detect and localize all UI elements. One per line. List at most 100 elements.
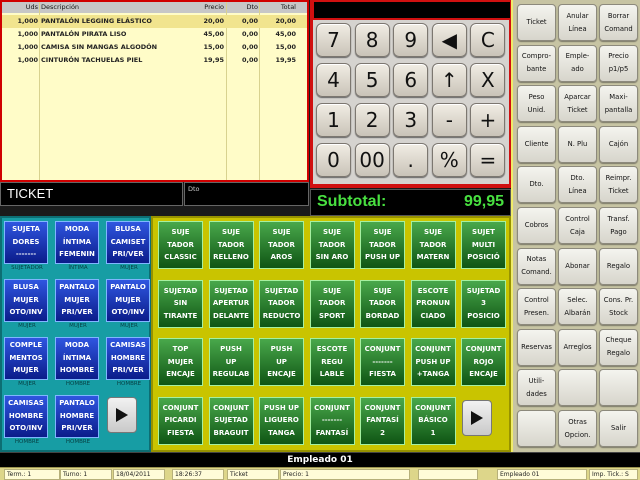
product-button[interactable]: CONJUNT ------- FANTASÍ	[309, 396, 355, 445]
product-button[interactable]: SUJE TADOR AROS	[259, 221, 304, 269]
product-button[interactable]: CONJUNT SUJETAD BRAGUIT	[208, 396, 254, 445]
equals-key[interactable]: =	[470, 143, 506, 177]
family-button[interactable]: BLUSA CAMISET PRI/VER	[106, 221, 150, 264]
ticket-row[interactable]: 1,000 PANTALÓN PIRATA LISO 45,00 0,00 45…	[2, 28, 307, 41]
families-next-button[interactable]	[107, 397, 137, 433]
plus-key[interactable]: +	[470, 103, 506, 137]
function-button-borrar-comand[interactable]: Borrar Comand	[599, 4, 638, 41]
product-button[interactable]: CONJUNT ROJO ENCAJE	[461, 338, 506, 386]
function-button-reimpr-ticket[interactable]: Reimpr. Ticket	[599, 166, 638, 204]
family-button[interactable]: CAMISAS HOMBRE PRI/VER	[106, 337, 150, 380]
function-button-otras-opcion[interactable]: Otras Opcion.	[558, 410, 597, 447]
family-button[interactable]: MODA ÍNTIMA FEMENIN	[55, 221, 99, 264]
function-button-precio-p1-p5[interactable]: Precio p1/p5	[599, 44, 638, 82]
function-button-compro-bante[interactable]: Compro- bante	[517, 44, 556, 82]
family-button[interactable]: PANTALO HOMBRE PRI/VER	[55, 395, 99, 438]
function-button-emple-ado[interactable]: Emple- ado	[558, 44, 597, 82]
ticket-row[interactable]: 1,000 PANTALÓN LEGGING ELÁSTICO 20,00 0,…	[2, 15, 307, 28]
family-button[interactable]: SUJETA DORES -------	[4, 221, 48, 264]
ticket-row[interactable]: 1,000 CAMISA SIN MANGAS ALGODÓN 15,00 0,…	[2, 41, 307, 54]
product-button[interactable]: SUJE TADOR CLASSIC	[158, 221, 203, 269]
function-button-notas-comand[interactable]: Notas Comand.	[517, 247, 556, 285]
key-0[interactable]: 0	[316, 143, 351, 177]
col-precio: Precio	[204, 3, 224, 11]
family-button[interactable]: COMPLE MENTOS MUJER	[4, 337, 48, 380]
function-button-transf-pago[interactable]: Transf. Pago	[599, 207, 638, 244]
family-button[interactable]: MODA ÍNTIMA HOMBRE	[55, 337, 99, 380]
up-key[interactable]: ↑	[431, 63, 467, 97]
product-button[interactable]: SUJE TADOR BORDAD	[360, 279, 405, 328]
product-button[interactable]: TOP MUJER ENCAJE	[158, 338, 203, 386]
function-button-dto[interactable]: Dto.	[517, 166, 556, 204]
family-button[interactable]: BLUSA MUJER OTO/INV	[4, 279, 48, 322]
function-button-utili-dades[interactable]: Utili- dades	[517, 369, 556, 407]
function-button-blank-28[interactable]	[558, 369, 597, 407]
family-button[interactable]: PANTALO MUJER OTO/INV	[106, 279, 150, 322]
function-button-anular-línea[interactable]: Anular Línea	[558, 4, 597, 41]
function-button-cobros[interactable]: Cobros	[517, 207, 556, 244]
percent-key[interactable]: %	[431, 143, 467, 177]
function-button-cajón[interactable]: Cajón	[599, 125, 638, 163]
product-button[interactable]: SUJE TADOR MATERN	[410, 221, 456, 269]
function-button-blank-30[interactable]	[517, 410, 556, 447]
products-next-button[interactable]	[462, 400, 492, 436]
function-button-control-presen[interactable]: Control Presen.	[517, 288, 556, 326]
function-button-cliente[interactable]: Cliente	[517, 125, 556, 163]
product-button[interactable]: SUJET MULTI POSICIÓ	[461, 221, 506, 269]
function-button-dto-línea[interactable]: Dto. Línea	[558, 166, 597, 204]
product-button[interactable]: CONJUNT ------- FIESTA	[360, 338, 405, 386]
ticket-label: TICKET	[0, 182, 183, 206]
key-3[interactable]: 3	[393, 103, 429, 137]
product-button[interactable]: PUSH UP ENCAJE	[259, 338, 304, 386]
product-button[interactable]: PUSH UP REGULAB	[208, 338, 254, 386]
key-4[interactable]: 4	[316, 63, 351, 97]
function-button-abonar[interactable]: Abonar	[558, 247, 597, 285]
product-button[interactable]: SUJE TADOR RELLENO	[208, 221, 254, 269]
key-8[interactable]: 8	[354, 23, 390, 57]
function-button-peso-unid[interactable]: Peso Unid.	[517, 85, 556, 123]
product-button[interactable]: CONJUNT FANTASÍ 2	[360, 396, 405, 445]
product-button[interactable]: ESCOTE PRONUN CIADO	[410, 279, 456, 328]
product-button[interactable]: PUSH UP LIGUERO TANGA	[259, 396, 304, 445]
product-button[interactable]: SUJETAD TADOR REDUCTO	[259, 279, 304, 328]
function-button-selec-albarán[interactable]: Selec. Albarán	[558, 288, 597, 326]
key-7[interactable]: 7	[316, 23, 351, 57]
ticket-row[interactable]: 1,000 CINTURÓN TACHUELAS PIEL 19,95 0,00…	[2, 54, 307, 67]
family-button[interactable]: PANTALO MUJER PRI/VER	[55, 279, 99, 322]
function-button-blank-29[interactable]	[599, 369, 638, 407]
function-button-control-caja[interactable]: Control Caja	[558, 207, 597, 244]
product-button[interactable]: SUJE TADOR SPORT	[309, 279, 355, 328]
key-9[interactable]: 9	[393, 23, 429, 57]
product-button[interactable]: CONJUNT PUSH UP +TANGA	[410, 338, 456, 386]
key-6[interactable]: 6	[393, 63, 429, 97]
key-5[interactable]: 5	[354, 63, 390, 97]
multiply-key[interactable]: X	[470, 63, 506, 97]
function-button-arreglos[interactable]: Arreglos	[558, 328, 597, 366]
family-button[interactable]: CAMISAS HOMBRE OTO/INV	[4, 395, 48, 438]
function-button-cons-pr-stock[interactable]: Cons. Pr. Stock	[599, 288, 638, 326]
product-button[interactable]: CONJUNT PICARDI FIESTA	[158, 396, 203, 445]
backspace-key[interactable]: ◀	[431, 23, 467, 57]
function-button-regalo[interactable]: Regalo	[599, 247, 638, 285]
product-button[interactable]: SUJETAD APERTUR DELANTE	[208, 279, 254, 328]
function-button-ticket[interactable]: Ticket	[517, 4, 556, 41]
decimal-key[interactable]: .	[393, 143, 429, 177]
product-button[interactable]: SUJETAD 3 POSICIO	[461, 279, 506, 328]
key-00[interactable]: 00	[354, 143, 390, 177]
key-1[interactable]: 1	[316, 103, 351, 137]
function-button-maxi-pantalla[interactable]: Maxi- pantalla	[599, 85, 638, 123]
function-button-reservas[interactable]: Reservas	[517, 328, 556, 366]
family-caption: MUJER	[18, 323, 36, 329]
product-button[interactable]: SUJE TADOR SIN ARO	[309, 221, 355, 269]
key-2[interactable]: 2	[354, 103, 390, 137]
product-button[interactable]: CONJUNT BÁSICO 1	[410, 396, 456, 445]
function-button-salir[interactable]: Salir	[599, 410, 638, 447]
product-button[interactable]: SUJETAD SIN TIRANTE	[158, 279, 203, 328]
function-button-aparcar-ticket[interactable]: Aparcar Ticket	[558, 85, 597, 123]
function-button-n-plu[interactable]: N. Plu	[558, 125, 597, 163]
function-button-cheque-regalo[interactable]: Cheque Regalo	[599, 328, 638, 366]
product-button[interactable]: SUJE TADOR PUSH UP	[360, 221, 405, 269]
minus-key[interactable]: -	[431, 103, 467, 137]
clear-key[interactable]: C	[470, 23, 506, 57]
product-button[interactable]: ESCOTE REGU LABLE	[309, 338, 355, 386]
